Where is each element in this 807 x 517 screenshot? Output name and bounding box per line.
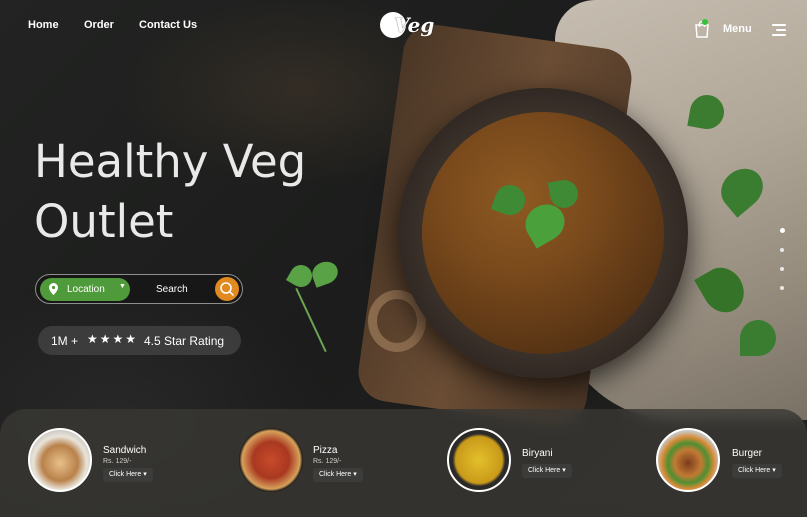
click-here-label: Click Here bbox=[319, 471, 352, 478]
product-price: Rs. 129/- bbox=[313, 458, 342, 465]
click-here-label: Click Here bbox=[109, 471, 142, 478]
carousel-indicators bbox=[780, 228, 785, 305]
caret-down-icon: ▼ bbox=[119, 283, 126, 290]
rating-badge: 1M + ★★★★ 4.5 Star Rating bbox=[38, 326, 241, 355]
click-here-label: Click Here bbox=[528, 467, 561, 474]
rating-label: 4.5 Star Rating bbox=[144, 334, 225, 348]
click-here-button[interactable]: Click Here ▾ bbox=[313, 468, 363, 482]
product-card-burger[interactable]: Burger Click Here ▾ bbox=[656, 428, 807, 498]
hero-title-line-2: Outlet bbox=[34, 195, 174, 248]
search-input[interactable]: Search bbox=[156, 284, 188, 295]
search-bar: Location ▼ Search bbox=[35, 274, 243, 304]
hamburger-icon[interactable] bbox=[772, 24, 786, 36]
sandwich-image bbox=[28, 428, 92, 492]
click-here-button[interactable]: Click Here ▾ bbox=[732, 464, 782, 478]
product-card-biryani[interactable]: Biryani Click Here ▾ bbox=[447, 428, 647, 498]
product-price: Rs. 129/- bbox=[103, 458, 132, 465]
click-here-label: Click Here bbox=[738, 467, 771, 474]
menu-button-label[interactable]: Menu bbox=[723, 23, 752, 35]
product-name: Biryani bbox=[522, 448, 553, 459]
click-here-button[interactable]: Click Here ▾ bbox=[522, 464, 572, 478]
hero-title: Healthy Veg Outlet bbox=[34, 132, 374, 252]
landing-page: Home Order Contact Us Veg Menu Healthy V… bbox=[0, 0, 807, 517]
star-rating-icon: ★★★★ bbox=[87, 332, 139, 346]
logo-text: Veg bbox=[394, 13, 435, 37]
carousel-dot[interactable] bbox=[780, 248, 784, 252]
carousel-dot[interactable] bbox=[780, 267, 784, 271]
product-name: Burger bbox=[732, 448, 763, 459]
click-here-button[interactable]: Click Here ▾ bbox=[103, 468, 153, 482]
herb-decoration bbox=[740, 320, 776, 356]
herb-stem-decoration bbox=[295, 287, 327, 353]
nav-contact-link[interactable]: Contact Us bbox=[139, 19, 197, 31]
herb-decoration bbox=[309, 258, 341, 288]
biryani-image bbox=[447, 428, 511, 492]
carousel-dot[interactable] bbox=[780, 228, 785, 233]
nav-order-link[interactable]: Order bbox=[84, 19, 114, 31]
carousel-dot[interactable] bbox=[780, 286, 784, 290]
location-dropdown[interactable]: Location ▼ bbox=[40, 278, 130, 301]
product-card-sandwich[interactable]: Sandwich Rs. 129/- Click Here ▾ bbox=[28, 428, 228, 498]
nav-home-link[interactable]: Home bbox=[28, 19, 59, 31]
search-button[interactable] bbox=[215, 277, 239, 301]
rating-count: 1M + bbox=[51, 334, 79, 348]
location-pin-icon bbox=[49, 283, 58, 295]
product-name: Pizza bbox=[313, 445, 338, 456]
product-card-pizza[interactable]: Pizza Rs. 129/- Click Here ▾ bbox=[239, 428, 439, 498]
product-strip: Sandwich Rs. 129/- Click Here ▾ Pizza Rs… bbox=[0, 409, 807, 517]
burger-image bbox=[656, 428, 720, 492]
cart-badge bbox=[702, 19, 708, 25]
search-icon bbox=[220, 282, 234, 296]
location-label: Location bbox=[67, 284, 105, 295]
pizza-image bbox=[239, 428, 303, 492]
hero-title-line-1: Healthy Veg bbox=[34, 135, 307, 188]
brand-logo[interactable]: Veg bbox=[380, 12, 436, 38]
product-name: Sandwich bbox=[103, 445, 147, 456]
